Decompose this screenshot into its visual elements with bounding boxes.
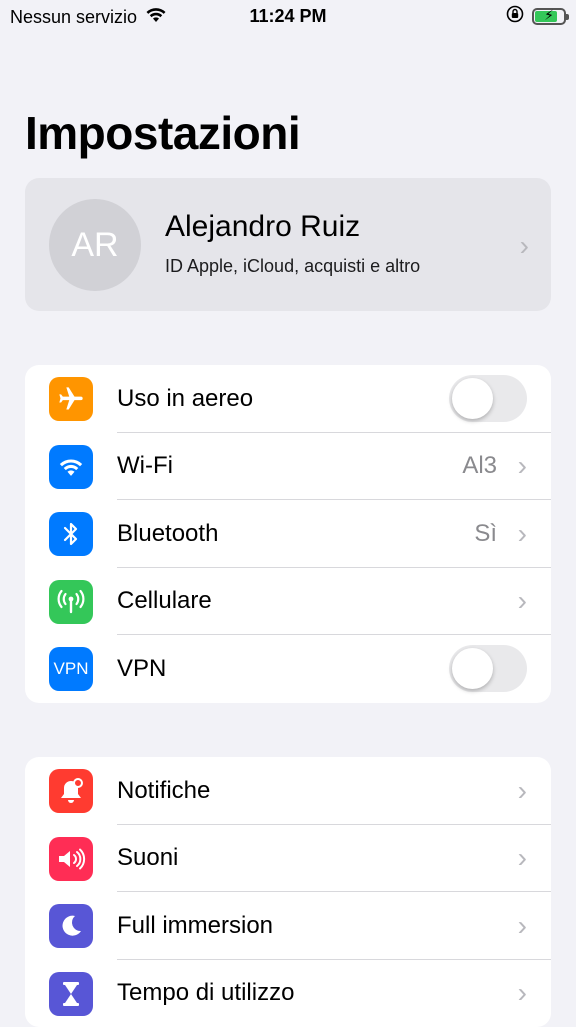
chevron-right-icon: › <box>518 910 527 942</box>
settings-group-connectivity: Uso in aereo Wi-Fi Al3 › Bluetooth Sì › <box>25 365 551 703</box>
notification-bell-icon <box>49 769 93 813</box>
clock: 11:24 PM <box>0 6 576 27</box>
chevron-right-icon: › <box>518 775 527 807</box>
settings-row-notifications[interactable]: Notifiche › <box>25 757 551 825</box>
hourglass-icon <box>49 972 93 1016</box>
settings-row-vpn[interactable]: VPN VPN <box>25 635 551 703</box>
settings-row-bluetooth[interactable]: Bluetooth Sì › <box>25 500 551 568</box>
airplane-mode-toggle[interactable] <box>449 375 527 422</box>
rotation-lock-icon <box>506 5 524 28</box>
bluetooth-status-value: Sì <box>474 520 497 548</box>
antenna-icon <box>49 580 93 624</box>
battery-charging-icon: ⚡ <box>532 8 566 25</box>
chevron-right-icon: › <box>518 518 527 550</box>
vpn-icon-text: VPN <box>54 659 89 679</box>
speaker-icon <box>49 837 93 881</box>
screen-time-label: Tempo di utilizzo <box>117 979 294 1007</box>
wifi-label: Wi-Fi <box>117 452 173 480</box>
chevron-right-icon: › <box>518 977 527 1009</box>
avatar: AR <box>49 199 141 291</box>
chevron-right-icon: › <box>518 842 527 874</box>
settings-row-wifi[interactable]: Wi-Fi Al3 › <box>25 433 551 501</box>
status-bar: Nessun servizio 11:24 PM ⚡ <box>0 0 576 34</box>
moon-icon <box>49 904 93 948</box>
settings-row-focus[interactable]: Full immersion › <box>25 892 551 960</box>
settings-row-sounds[interactable]: Suoni › <box>25 825 551 893</box>
bluetooth-icon <box>49 512 93 556</box>
toggle-knob <box>452 378 493 419</box>
settings-group-notifications: Notifiche › Suoni › Full immersion › <box>25 757 551 1027</box>
chevron-right-icon: › <box>518 450 527 482</box>
wifi-icon <box>49 445 93 489</box>
notifications-label: Notifiche <box>117 777 210 805</box>
profile-name: Alejandro Ruiz <box>165 210 360 244</box>
profile-subtitle: ID Apple, iCloud, acquisti e altro <box>165 256 420 277</box>
chevron-right-icon: › <box>520 230 529 262</box>
toggle-knob <box>452 648 493 689</box>
focus-label: Full immersion <box>117 912 273 940</box>
vpn-icon: VPN <box>49 647 93 691</box>
bluetooth-label: Bluetooth <box>117 520 218 548</box>
airplane-icon <box>49 377 93 421</box>
charging-bolt-icon: ⚡ <box>534 7 564 24</box>
vpn-label: VPN <box>117 655 166 683</box>
settings-row-airplane-mode[interactable]: Uso in aereo <box>25 365 551 433</box>
apple-id-profile-card[interactable]: AR Alejandro Ruiz ID Apple, iCloud, acqu… <box>25 178 551 311</box>
page-title: Impostazioni <box>25 106 300 160</box>
settings-row-cellular[interactable]: Cellulare › <box>25 568 551 636</box>
settings-row-screen-time[interactable]: Tempo di utilizzo › <box>25 960 551 1027</box>
airplane-mode-label: Uso in aereo <box>117 385 253 413</box>
cellular-label: Cellulare <box>117 587 212 615</box>
status-right: ⚡ <box>506 5 566 28</box>
vpn-toggle[interactable] <box>449 645 527 692</box>
chevron-right-icon: › <box>518 585 527 617</box>
sounds-label: Suoni <box>117 844 178 872</box>
wifi-network-value: Al3 <box>462 452 497 480</box>
